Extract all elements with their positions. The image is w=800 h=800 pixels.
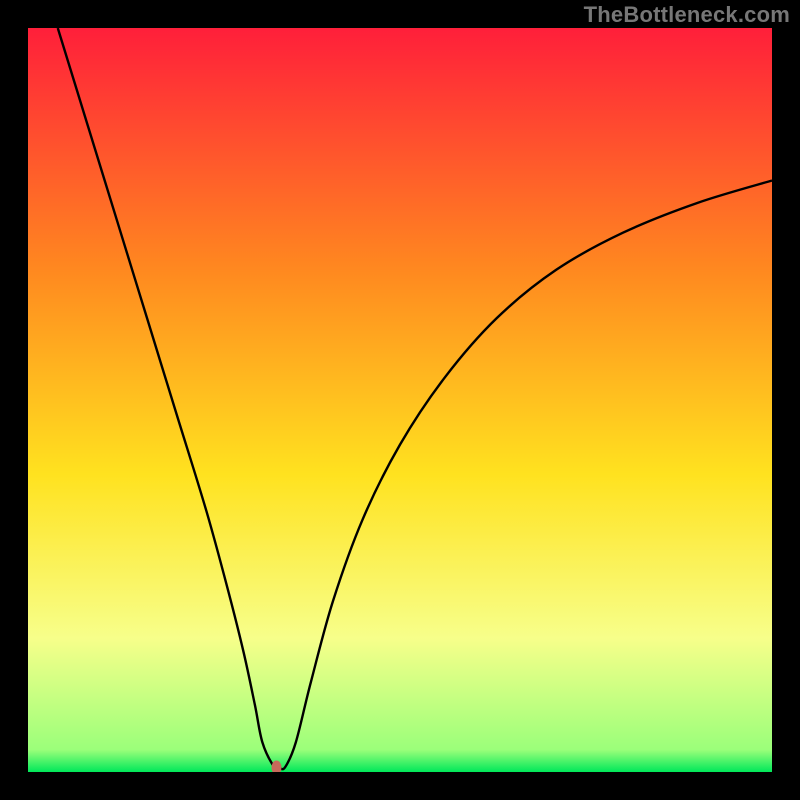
gradient-background	[28, 28, 772, 772]
watermark-text: TheBottleneck.com	[584, 2, 790, 28]
chart-frame: TheBottleneck.com	[0, 0, 800, 800]
bottleneck-chart	[28, 28, 772, 772]
plot-area	[28, 28, 772, 772]
